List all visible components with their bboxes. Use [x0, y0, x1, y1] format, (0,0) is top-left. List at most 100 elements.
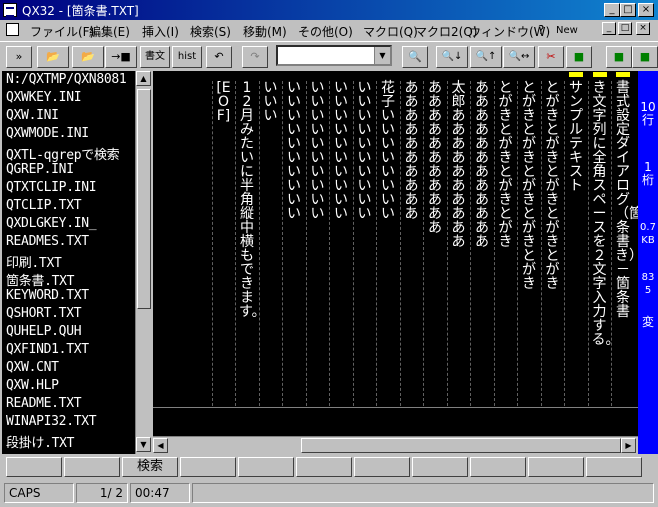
editor-line[interactable]: とがきとがきとがきとがき: [498, 81, 514, 249]
history-button[interactable]: hist: [172, 46, 202, 68]
file-list-item[interactable]: QGREP.INI: [6, 162, 74, 177]
scroll-thumb[interactable]: [137, 89, 151, 309]
file-list-item[interactable]: 印刷.TXT: [6, 252, 62, 271]
editor-line[interactable]: サンプルテキスト: [568, 81, 584, 193]
file-list-item[interactable]: QXW.INI: [6, 108, 59, 123]
menu-search[interactable]: 検索(S): [190, 23, 231, 40]
h-scroll-thumb[interactable]: [301, 438, 621, 453]
file-list-item[interactable]: QUHELP.QUH: [6, 324, 82, 339]
green-box-icon[interactable]: ■: [566, 46, 592, 68]
editor-line[interactable]: いいい: [263, 81, 279, 123]
function-key-3[interactable]: 検索: [122, 457, 178, 477]
menu-edit[interactable]: 編集(E): [89, 23, 130, 40]
menu-insert[interactable]: 挿入(I): [142, 23, 179, 40]
green-box3-icon[interactable]: ■: [632, 46, 658, 68]
file-list-item[interactable]: N:/QXTMP/QXN8081: [6, 72, 127, 87]
save-icon[interactable]: →■: [105, 46, 137, 68]
editor-line[interactable]: とがきとがきとがきとがきとがき: [521, 81, 537, 291]
file-list-item[interactable]: QXFIND1.TXT: [6, 342, 89, 357]
menu-move[interactable]: 移動(M): [243, 23, 287, 40]
file-list-item[interactable]: WINAPI32.TXT: [6, 414, 97, 429]
open-folder-arrow-icon[interactable]: 📂: [72, 46, 104, 68]
expand-button[interactable]: »: [6, 46, 32, 68]
undo-icon[interactable]: ↶: [206, 46, 232, 68]
function-key-6[interactable]: [296, 457, 352, 477]
editor-line[interactable]: き文字列に全角スペースを２文字入力する。: [592, 81, 620, 347]
function-key-11[interactable]: [586, 457, 642, 477]
file-list-item[interactable]: 箇条書.TXT: [6, 270, 75, 289]
editor-line[interactable]: いいいいいいいいいい: [286, 81, 302, 221]
file-list-item[interactable]: QTXTCLIP.INI: [6, 180, 97, 195]
file-list-item[interactable]: QXWKEY.INI: [6, 90, 82, 105]
editor-line[interactable]: 書式設定ダイアログ（箇条書き）－箇条書: [615, 81, 638, 319]
search-prev-icon[interactable]: 🔍↑: [470, 46, 502, 68]
editor-line[interactable]: 花子 いいいいいいいい: [380, 81, 409, 221]
file-list-item[interactable]: README.TXT: [6, 396, 82, 411]
scroll-down-icon[interactable]: ▼: [136, 437, 151, 452]
message-status: [192, 483, 654, 503]
file-list-item[interactable]: QXDLGKEY.IN_: [6, 216, 97, 231]
function-key-5[interactable]: [238, 457, 294, 477]
cut-icon[interactable]: ✂: [538, 46, 564, 68]
search-next-icon[interactable]: 🔍↓: [436, 46, 468, 68]
editor-area[interactable]: 書式設定ダイアログ（箇条書き）－箇条書き文字列に全角スペースを２文字入力する。サ…: [153, 71, 638, 436]
chevron-down-icon[interactable]: ▼: [374, 47, 390, 64]
menu-macro[interactable]: マクロ(Q): [363, 23, 418, 40]
column-guide: [446, 81, 448, 406]
horizontal-scrollbar[interactable]: ◀ ▶: [153, 436, 638, 454]
menu-help[interactable]: ?: [538, 23, 544, 37]
editor-line[interactable]: いいいいいいいいいい: [310, 81, 326, 221]
mdi-restore-button[interactable]: □: [618, 22, 632, 35]
scroll-left-icon[interactable]: ◀: [153, 438, 168, 453]
open-folder-icon[interactable]: 📂: [37, 46, 69, 68]
editor-line[interactable]: 太郎 ああああああああああ: [451, 81, 480, 249]
mdi-close-button[interactable]: ×: [636, 22, 650, 35]
function-key-1[interactable]: [6, 457, 62, 477]
file-list-item[interactable]: QXW.CNT: [6, 360, 59, 375]
file-list-scrollbar[interactable]: ▲ ▼: [135, 71, 151, 454]
search-replace-icon[interactable]: 🔍↔: [503, 46, 535, 68]
page-status: 1/ 2: [76, 483, 128, 503]
editor-line[interactable]: 12月みたいに半角縦中横もできます。: [239, 81, 266, 319]
function-key-4[interactable]: [180, 457, 236, 477]
app-icon[interactable]: [3, 3, 17, 17]
search-combo[interactable]: ▼: [276, 45, 392, 66]
function-key-7[interactable]: [354, 457, 410, 477]
editor-line[interactable]: いいいいいいいいいい: [333, 81, 349, 221]
menu-new[interactable]: New: [556, 25, 578, 36]
format-button[interactable]: 書文: [140, 46, 170, 68]
editor-line[interactable]: とがきとがきとがきとがきとがき: [545, 81, 561, 291]
editor-line[interactable]: あああああああああああ: [427, 81, 443, 235]
function-key-8[interactable]: [412, 457, 468, 477]
function-key-9[interactable]: [470, 457, 526, 477]
file-list-item[interactable]: KEYWORD.TXT: [6, 288, 89, 303]
page-bottom-line: [153, 407, 638, 408]
menu-other[interactable]: その他(O): [298, 23, 353, 40]
menu-file[interactable]: ファイル(F): [30, 23, 94, 40]
file-list-item[interactable]: QTCLIP.TXT: [6, 198, 82, 213]
file-list-item[interactable]: QXW.HLP: [6, 378, 59, 393]
file-list[interactable]: N:/QXTMP/QXN8081 QXWKEY.INI QXW.INI QXWMODE…: [2, 71, 135, 454]
file-list-item[interactable]: QXWMODE.INI: [6, 126, 89, 141]
maximize-button[interactable]: □: [620, 3, 636, 17]
position-indicator: 10行 1桁 0.7KB 835 変: [638, 71, 658, 454]
green-box2-icon[interactable]: ■: [606, 46, 632, 68]
caps-status: CAPS: [4, 483, 74, 503]
function-key-2[interactable]: [64, 457, 120, 477]
mdi-minimize-button[interactable]: _: [602, 22, 616, 35]
close-button[interactable]: ×: [638, 3, 654, 17]
scroll-up-icon[interactable]: ▲: [136, 71, 151, 86]
file-list-item[interactable]: QXTL-qgrepで検索: [6, 144, 120, 163]
editor-line[interactable]: [EOF]: [216, 81, 232, 123]
redo-icon[interactable]: ↷: [242, 46, 268, 68]
file-list-item[interactable]: QSHORT.TXT: [6, 306, 82, 321]
function-key-10[interactable]: [528, 457, 584, 477]
doc-system-icon[interactable]: [6, 23, 19, 36]
file-list-item[interactable]: READMES.TXT: [6, 234, 89, 249]
file-list-item[interactable]: 段掛け.TXT: [6, 432, 75, 451]
column-guide: [305, 81, 307, 406]
minimize-button[interactable]: _: [604, 3, 620, 17]
search-icon[interactable]: 🔍: [402, 46, 428, 68]
scroll-right-icon[interactable]: ▶: [621, 438, 636, 453]
editor-line[interactable]: いいいいいいいいいい: [357, 81, 373, 221]
